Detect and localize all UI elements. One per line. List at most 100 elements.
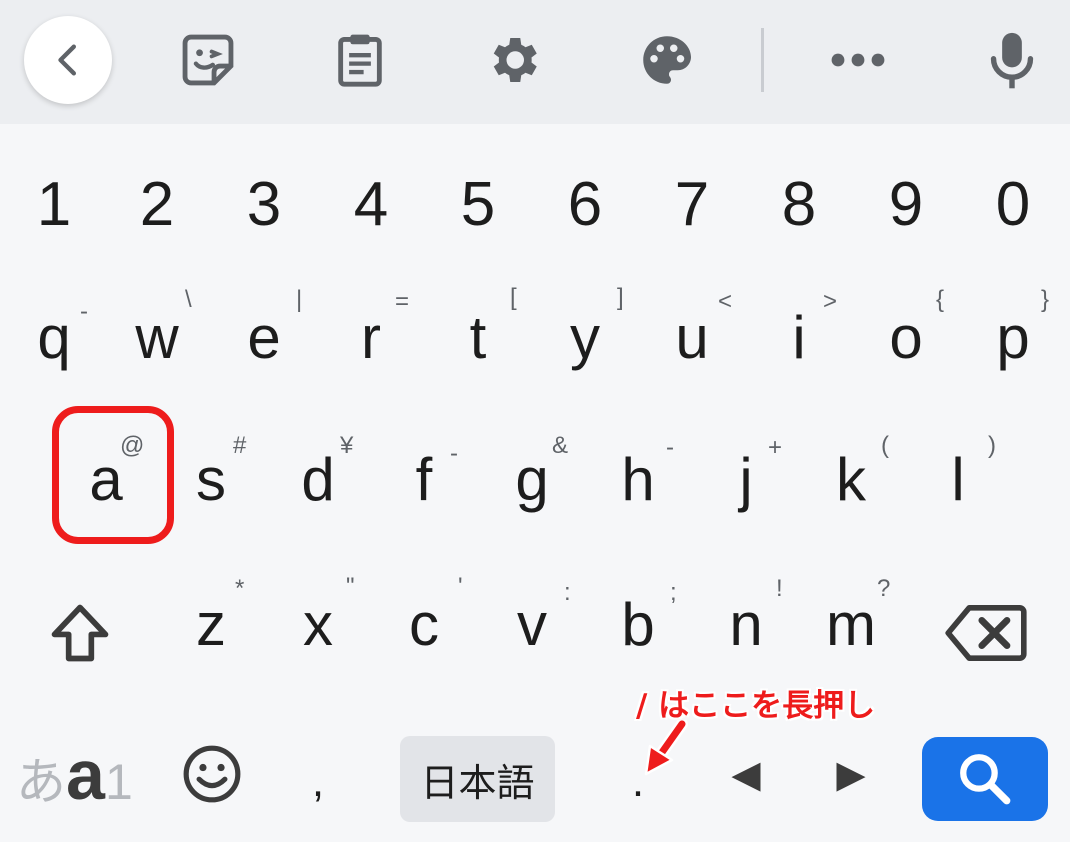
comma-key[interactable]: ,	[268, 722, 368, 842]
back-button[interactable]	[24, 16, 112, 104]
key-y[interactable]: y]	[535, 278, 635, 398]
backspace-key[interactable]	[936, 588, 1036, 678]
shift-key[interactable]	[30, 588, 130, 678]
key-label: k	[836, 446, 866, 513]
key-1[interactable]: 1	[4, 145, 104, 265]
cursor-right-key[interactable]: ▶	[801, 714, 901, 834]
key-label: w	[135, 304, 179, 371]
key-hint: !	[776, 575, 783, 602]
key-5[interactable]: 5	[428, 145, 528, 265]
key-hint: ]	[617, 284, 624, 311]
key-b[interactable]: b;	[588, 565, 688, 685]
key-i[interactable]: i >	[749, 278, 849, 398]
key-v[interactable]: v:	[482, 565, 582, 685]
key-z[interactable]: z *	[161, 565, 261, 685]
key-s[interactable]: s #	[161, 420, 261, 540]
voice-input-button[interactable]	[970, 18, 1054, 102]
key-n[interactable]: n!	[696, 565, 796, 685]
key-hint: #	[233, 432, 247, 459]
key-label: c	[409, 591, 439, 658]
key-label: 6	[567, 170, 603, 239]
key-8[interactable]: 8	[749, 145, 849, 265]
clipboard-button[interactable]	[318, 18, 402, 102]
key-label: v	[517, 591, 547, 658]
key-hint: =	[395, 288, 410, 315]
key-hint: -	[80, 298, 88, 325]
key-hint: @	[120, 432, 145, 459]
key-q[interactable]: q-	[4, 278, 104, 398]
key-w[interactable]: w \	[107, 278, 207, 398]
search-key[interactable]	[922, 737, 1048, 821]
key-label: 2	[139, 170, 175, 239]
mode-hiragana: あ	[16, 753, 66, 811]
cursor-left-key[interactable]: ◀	[696, 714, 796, 834]
key-f[interactable]: f-	[374, 420, 474, 540]
toolbar-divider	[761, 28, 764, 92]
key-2[interactable]: 2	[107, 145, 207, 265]
key-u[interactable]: u <	[642, 278, 742, 398]
key-label: y	[570, 304, 600, 371]
key-label: r	[361, 304, 381, 371]
key-o[interactable]: o{	[856, 278, 956, 398]
key-label: u	[675, 304, 709, 371]
more-horizontal-icon	[831, 53, 885, 67]
key-label: 9	[888, 170, 924, 239]
key-hint: )	[988, 432, 996, 459]
key-label: ,	[311, 757, 325, 806]
more-button[interactable]	[816, 18, 900, 102]
key-3[interactable]: 3	[214, 145, 314, 265]
key-label: t	[469, 304, 487, 371]
key-a[interactable]: a @	[56, 420, 156, 540]
emoji-smile-icon	[183, 745, 241, 803]
input-mode-switch[interactable]: あa1	[16, 740, 133, 810]
key-label: 1	[36, 170, 72, 239]
key-6[interactable]: 6	[535, 145, 635, 265]
chevron-left-icon	[58, 44, 77, 76]
key-hint: ¥	[340, 432, 354, 459]
key-g[interactable]: g &	[482, 420, 582, 540]
key-9[interactable]: 9	[856, 145, 956, 265]
sticker-button[interactable]	[166, 18, 250, 102]
key-r[interactable]: r =	[321, 278, 421, 398]
key-x[interactable]: x "	[268, 565, 368, 685]
key-label: f	[415, 446, 433, 513]
theme-button[interactable]	[625, 18, 709, 102]
key-j[interactable]: j +	[696, 420, 796, 540]
key-c[interactable]: c '	[374, 565, 474, 685]
microphone-icon	[990, 32, 1034, 89]
key-hint: -	[666, 434, 674, 461]
key-7[interactable]: 7	[642, 145, 742, 265]
key-k[interactable]: k(	[801, 420, 901, 540]
language-key[interactable]: 日本語	[400, 736, 555, 822]
key-label: m	[826, 591, 876, 658]
key-m[interactable]: m?	[801, 565, 901, 685]
key-hint: &	[552, 432, 569, 459]
clipboard-icon	[338, 34, 382, 87]
key-4[interactable]: 4	[321, 145, 421, 265]
key-label: n	[729, 591, 763, 658]
key-label: 4	[353, 170, 389, 239]
annotation-arrow-icon	[644, 720, 688, 776]
shift-arrow-icon	[51, 604, 109, 662]
key-label: a	[89, 446, 123, 513]
settings-button[interactable]	[471, 18, 555, 102]
annotation-label: / はここを長押し	[636, 688, 876, 724]
emoji-key[interactable]	[176, 738, 248, 810]
key-label: b	[621, 591, 655, 658]
key-label: l	[951, 446, 965, 513]
key-l[interactable]: l)	[908, 420, 1008, 540]
key-hint: >	[823, 288, 838, 315]
key-hint: ;	[670, 579, 677, 606]
key-e[interactable]: e |	[214, 278, 314, 398]
key-label: i	[792, 304, 806, 371]
key-d[interactable]: d ¥	[268, 420, 368, 540]
key-hint: *	[235, 575, 245, 602]
key-h[interactable]: h-	[588, 420, 688, 540]
mode-number: 1	[104, 754, 133, 810]
key-p[interactable]: p}	[963, 278, 1063, 398]
key-hint: [	[510, 284, 517, 311]
key-t[interactable]: t[	[428, 278, 528, 398]
search-icon	[960, 754, 1011, 805]
key-0[interactable]: 0	[963, 145, 1063, 265]
key-hint: '	[458, 573, 463, 600]
